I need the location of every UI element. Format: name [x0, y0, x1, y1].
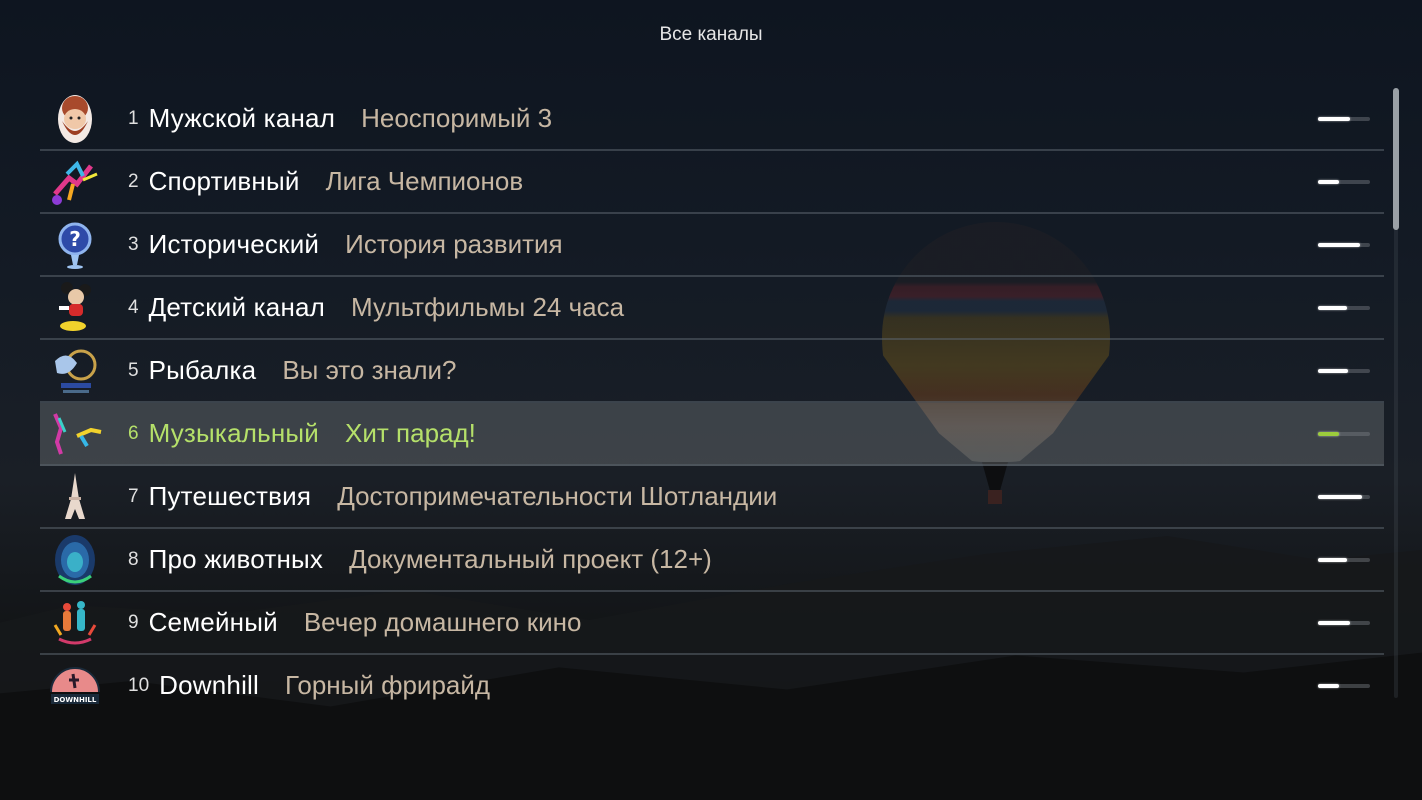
cartoon-mouse-icon — [40, 280, 110, 336]
page-title: Все каналы — [659, 24, 763, 45]
bearded-man-icon — [40, 91, 110, 147]
channel-row[interactable]: ? 3 Исторический История развития — [40, 214, 1384, 277]
channel-row[interactable]: 2 Спортивный Лига Чемпионов — [40, 151, 1384, 214]
channel-name: Исторический — [148, 229, 320, 259]
current-program: Горный фрирайд — [285, 670, 491, 700]
channel-name: Музыкальный — [148, 418, 320, 448]
channel-name: Мужской канал — [148, 103, 336, 133]
program-progress-fill — [1318, 557, 1347, 562]
svg-text:?: ? — [69, 227, 81, 251]
channel-row[interactable]: DOWNHILL 10 Downhill Горный фрирайд — [40, 655, 1384, 716]
downhill-bike-icon: DOWNHILL — [40, 658, 110, 714]
channel-row[interactable]: 5 Рыбалка Вы это знали? — [40, 340, 1384, 403]
program-progress-fill — [1318, 368, 1349, 373]
channel-list: 1 Мужской канал Неоспоримый 3 2 Спортивный Ли… — [40, 88, 1384, 716]
question-globe-icon: ? — [40, 217, 110, 273]
current-program: Вы это знали? — [282, 355, 457, 385]
current-program: Неоспоримый 3 — [361, 103, 553, 133]
current-program: История развития — [345, 229, 563, 259]
channel-name: Детский канал — [148, 292, 326, 322]
channel-name: Путешествия — [148, 481, 312, 511]
channel-number: 1 — [128, 107, 139, 129]
channel-number: 10 — [128, 674, 150, 696]
program-progress-bar — [1318, 242, 1370, 247]
program-progress-fill — [1318, 494, 1363, 499]
program-progress-fill — [1318, 620, 1351, 625]
svg-text:DOWNHILL: DOWNHILL — [54, 696, 97, 704]
channel-row[interactable]: 8 Про животных Документальный проект (12+) — [40, 529, 1384, 592]
program-progress-fill — [1318, 116, 1351, 121]
channel-row[interactable]: 4 Детский канал Мультфильмы 24 часа — [40, 277, 1384, 340]
channel-row[interactable]: 1 Мужской канал Неоспоримый 3 — [40, 88, 1384, 151]
channel-number: 2 — [128, 170, 139, 192]
program-progress-bar — [1318, 431, 1370, 436]
current-program: Достопримечательности Шотландии — [337, 481, 778, 511]
channel-row[interactable]: 9 Семейный Вечер домашнего кино — [40, 592, 1384, 655]
channel-name: Рыбалка — [148, 355, 257, 385]
current-program: Документальный проект (12+) — [349, 544, 712, 574]
channel-number: 7 — [128, 485, 139, 507]
channel-number: 8 — [128, 548, 139, 570]
dancers-icon — [40, 406, 110, 462]
program-progress-fill — [1318, 179, 1339, 184]
program-progress-fill — [1318, 683, 1339, 688]
family-icon — [40, 595, 110, 651]
current-program: Мультфильмы 24 часа — [351, 292, 625, 322]
program-progress-bar — [1318, 620, 1370, 625]
current-program: Лига Чемпионов — [325, 166, 524, 196]
program-progress-bar — [1318, 179, 1370, 184]
program-progress-fill — [1318, 305, 1347, 310]
lion-head-icon — [40, 532, 110, 588]
channel-row[interactable]: 7 Путешествия Достопримечательности Шотлан… — [40, 466, 1384, 529]
channel-number: 3 — [128, 233, 139, 255]
channel-name: Downhill — [159, 670, 260, 700]
program-progress-bar — [1318, 557, 1370, 562]
program-progress-fill — [1318, 242, 1360, 247]
channel-name: Про животных — [148, 544, 324, 574]
current-program: Вечер домашнего кино — [303, 607, 582, 637]
channel-number: 4 — [128, 296, 139, 318]
fishing-emblem-icon — [40, 343, 110, 399]
current-program: Хит парад! — [345, 418, 476, 448]
channel-number: 6 — [128, 422, 139, 444]
channel-number: 5 — [128, 359, 139, 381]
program-progress-fill — [1318, 431, 1339, 436]
channel-number: 9 — [128, 611, 139, 633]
channel-name: Семейный — [148, 607, 278, 637]
channel-row[interactable]: 6 Музыкальный Хит парад! — [40, 403, 1384, 466]
program-progress-bar — [1318, 368, 1370, 373]
program-progress-bar — [1318, 305, 1370, 310]
scrollbar-thumb[interactable] — [1393, 88, 1399, 230]
channel-name: Спортивный — [148, 166, 300, 196]
soccer-player-icon — [40, 154, 110, 210]
program-progress-bar — [1318, 494, 1370, 499]
program-progress-bar — [1318, 116, 1370, 121]
eiffel-tower-icon — [40, 469, 110, 525]
program-progress-bar — [1318, 683, 1370, 688]
